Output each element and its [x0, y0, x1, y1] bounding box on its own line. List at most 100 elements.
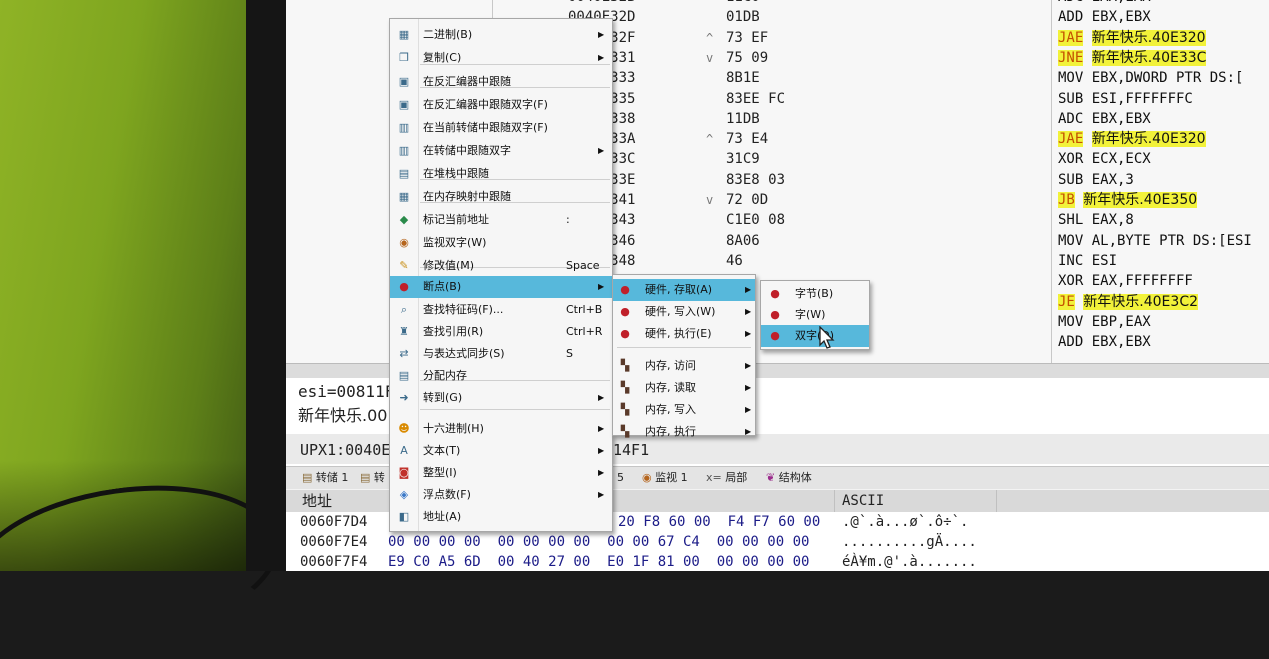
disasm-follow-dword-icon: ▣ [398, 98, 410, 111]
context-menu-item[interactable]: ◙ 整型(I) ▶ [390, 462, 612, 484]
disasm-instruction[interactable]: SUB EAX,3 [1058, 170, 1134, 190]
dump-follow-dword-icon: ▥ [398, 121, 410, 134]
disasm-instruction[interactable]: ADD EBX,EBX [1058, 7, 1151, 27]
menu-item-shortcut: Space [566, 259, 600, 272]
breakpoint-menu-item[interactable]: ● 硬件, 存取(A) ▶ [613, 279, 755, 301]
tab-dump1[interactable]: ▤ 转储 1 [302, 468, 348, 488]
disasm-instruction[interactable]: ADD EBX,EBX [1058, 332, 1151, 352]
hex-bytes: 00 00 00 00 00 00 00 00 00 00 67 C4 00 0… [388, 534, 810, 550]
context-menu-item[interactable]: ◈ 浮点数(F) ▶ [390, 484, 612, 506]
disasm-instruction[interactable]: ADC EAX,EAX [1058, 0, 1151, 7]
disasm-address: 0040E32B [568, 0, 635, 7]
breakpoint-menu-item[interactable]: ● 硬件, 执行(E) ▶ [613, 323, 755, 345]
context-menu-item[interactable]: ♜ 查找引用(R) Ctrl+R [390, 321, 612, 343]
menu-separator [420, 409, 610, 410]
disasm-bytes: 73 E4 [726, 131, 769, 148]
breakpoint-size-item[interactable]: ● 双字(D) [761, 325, 869, 347]
disasm-bytes: 11DB [726, 110, 760, 127]
submenu-arrow-icon: ▶ [745, 285, 752, 294]
breakpoint-menu-item[interactable]: ▚ 内存, 执行 ▶ [613, 421, 755, 443]
context-menu-item[interactable]: ▦ 二进制(B) ▶ [390, 24, 612, 46]
breakpoint-menu-item[interactable]: ▚ 内存, 访问 ▶ [613, 355, 755, 377]
context-menu-item[interactable]: A 文本(T) ▶ [390, 440, 612, 462]
hex-header-address: 地址 [302, 492, 333, 510]
context-menu-item[interactable]: ▣ 在反汇编器中跟随双字(F) [390, 94, 612, 116]
context-menu-item[interactable]: ▤ 在堆栈中跟随 [390, 163, 612, 185]
context-menu-item[interactable]: ❐ 复制(C) ▶ [390, 47, 612, 69]
submenu-arrow-icon: ▶ [598, 53, 605, 62]
disasm-instruction[interactable]: ADC EBX,EBX [1058, 109, 1151, 129]
context-menu-item[interactable]: ▥ 在转储中跟随双字 ▶ [390, 140, 612, 162]
disasm-bytes: 46 [726, 252, 743, 269]
disasm-instruction[interactable]: XOR ECX,ECX [1058, 149, 1151, 169]
context-menu-item[interactable]: ◆ 标记当前地址: [390, 209, 612, 231]
context-menu-item[interactable]: ⇄ 与表达式同步(S) S [390, 343, 612, 365]
breakpoint-menu-item[interactable]: ● 硬件, 写入(W) ▶ [613, 301, 755, 323]
breakpoint-menu-item[interactable]: ▚ 内存, 写入 ▶ [613, 399, 755, 421]
context-menu-item[interactable]: ▤ 分配内存 [390, 365, 612, 387]
disasm-bytes: 73 EF [726, 29, 769, 46]
breakpoint-icon: ● [770, 308, 780, 321]
disasm-instruction[interactable]: JNE 新年快乐.40E33C [1058, 48, 1207, 68]
disasm-instruction[interactable]: MOV AL,BYTE PTR DS:[ESI [1058, 231, 1252, 251]
disasm-instruction[interactable]: JB 新年快乐.40E350 [1058, 190, 1198, 210]
context-menu-item[interactable]: ☻ 十六进制(H) ▶ [390, 418, 612, 440]
breakpoint-menu-item[interactable]: ▚ 内存, 读取 ▶ [613, 377, 755, 399]
locals-icon: x= [706, 471, 726, 484]
menu-item-shortcut: S [566, 347, 573, 360]
disasm-bytes: C1E0 08 [726, 212, 786, 229]
jump-mnemonic: JE [1058, 293, 1075, 310]
tab-dump5[interactable]: 5 [617, 468, 624, 488]
submenu-arrow-icon: ▶ [745, 427, 752, 436]
context-menu-item[interactable]: ✎ 修改值(M) Space [390, 255, 612, 277]
disasm-instruction[interactable]: XOR EAX,FFFFFFFF [1058, 271, 1193, 291]
menu-item-label: 在反汇编器中跟随双字(F) [423, 98, 548, 111]
disasm-instruction[interactable]: SUB ESI,FFFFFFFC [1058, 89, 1193, 109]
jump-arrow-icon: v [706, 50, 714, 65]
disasm-instruction[interactable]: SHL EAX,8 [1058, 210, 1134, 230]
breakpoint-size-item[interactable]: ● 字节(B) [761, 283, 869, 305]
breakpoint-size-item[interactable]: ● 字(W) [761, 304, 869, 326]
tab-watch[interactable]: ◉ 监视 1 [642, 468, 688, 488]
info-line-3-right: 14F1 [613, 441, 650, 459]
disasm-follow-icon: ▣ [398, 75, 410, 88]
mouse-cursor-icon [819, 326, 835, 349]
context-menu-item[interactable]: ◧ 地址(A) [390, 506, 612, 528]
context-menu-item[interactable]: ◉ 监视双字(W) [390, 232, 612, 254]
submenu-arrow-icon: ▶ [745, 405, 752, 414]
info-line-2: 新年快乐.00 [298, 406, 388, 425]
menu-item-label: 二进制(B) [423, 28, 473, 41]
disasm-instruction[interactable]: MOV EBX,DWORD PTR DS:[ [1058, 68, 1243, 88]
context-menu-item[interactable]: ▦ 在内存映射中跟随 [390, 186, 612, 208]
context-menu-item[interactable]: ⌕ 查找特征码(F)... Ctrl+B [390, 299, 612, 321]
tab-dump-cut[interactable]: ▤ 转 [360, 468, 385, 488]
hex-ascii: .@`.à...ø`.ô÷`. [842, 514, 969, 530]
disasm-instruction[interactable]: INC ESI [1058, 251, 1117, 271]
context-menu-item[interactable]: ▥ 在当前转储中跟随双字(F) [390, 117, 612, 139]
jump-arrow-icon: ^ [706, 30, 714, 45]
context-menu-item[interactable]: ➜ 转到(G) ▶ [390, 387, 612, 409]
menu-item-label: 内存, 写入 [645, 403, 696, 416]
menu-item-label: 硬件, 存取(A) [645, 283, 713, 296]
breakpoint-icon: ● [770, 329, 780, 342]
disasm-instruction[interactable]: JE 新年快乐.40E3C2 [1058, 292, 1198, 312]
disasm-bytes: 72 0D [726, 192, 769, 208]
submenu-arrow-icon: ▶ [598, 30, 605, 39]
submenu-arrow-icon: ▶ [598, 282, 605, 291]
context-menu-item[interactable]: ● 断点(B) ▶ [390, 276, 612, 298]
context-menu-item[interactable]: ▣ 在反汇编器中跟随 [390, 71, 612, 93]
disasm-instruction[interactable]: JAE 新年快乐.40E320 [1058, 129, 1206, 149]
tab-locals[interactable]: x= 局部 [706, 468, 747, 488]
jump-target: 新年快乐.40E33C [1091, 49, 1207, 66]
disasm-instruction[interactable]: MOV EBP,EAX [1058, 312, 1151, 332]
submenu-arrow-icon: ▶ [598, 490, 605, 499]
watch-icon: ◉ [399, 236, 409, 249]
hex-address: 0060F7F4 [300, 554, 368, 570]
tab-struct[interactable]: ❦ 结构体 [766, 468, 812, 488]
text-icon: A [400, 444, 408, 457]
disasm-instruction[interactable]: JAE 新年快乐.40E320 [1058, 28, 1206, 48]
menu-item-label: 分配内存 [423, 369, 467, 382]
sync-icon: ⇄ [399, 347, 409, 360]
jump-arrow-icon: v [706, 193, 714, 207]
memmap-follow-icon: ▦ [398, 190, 410, 203]
